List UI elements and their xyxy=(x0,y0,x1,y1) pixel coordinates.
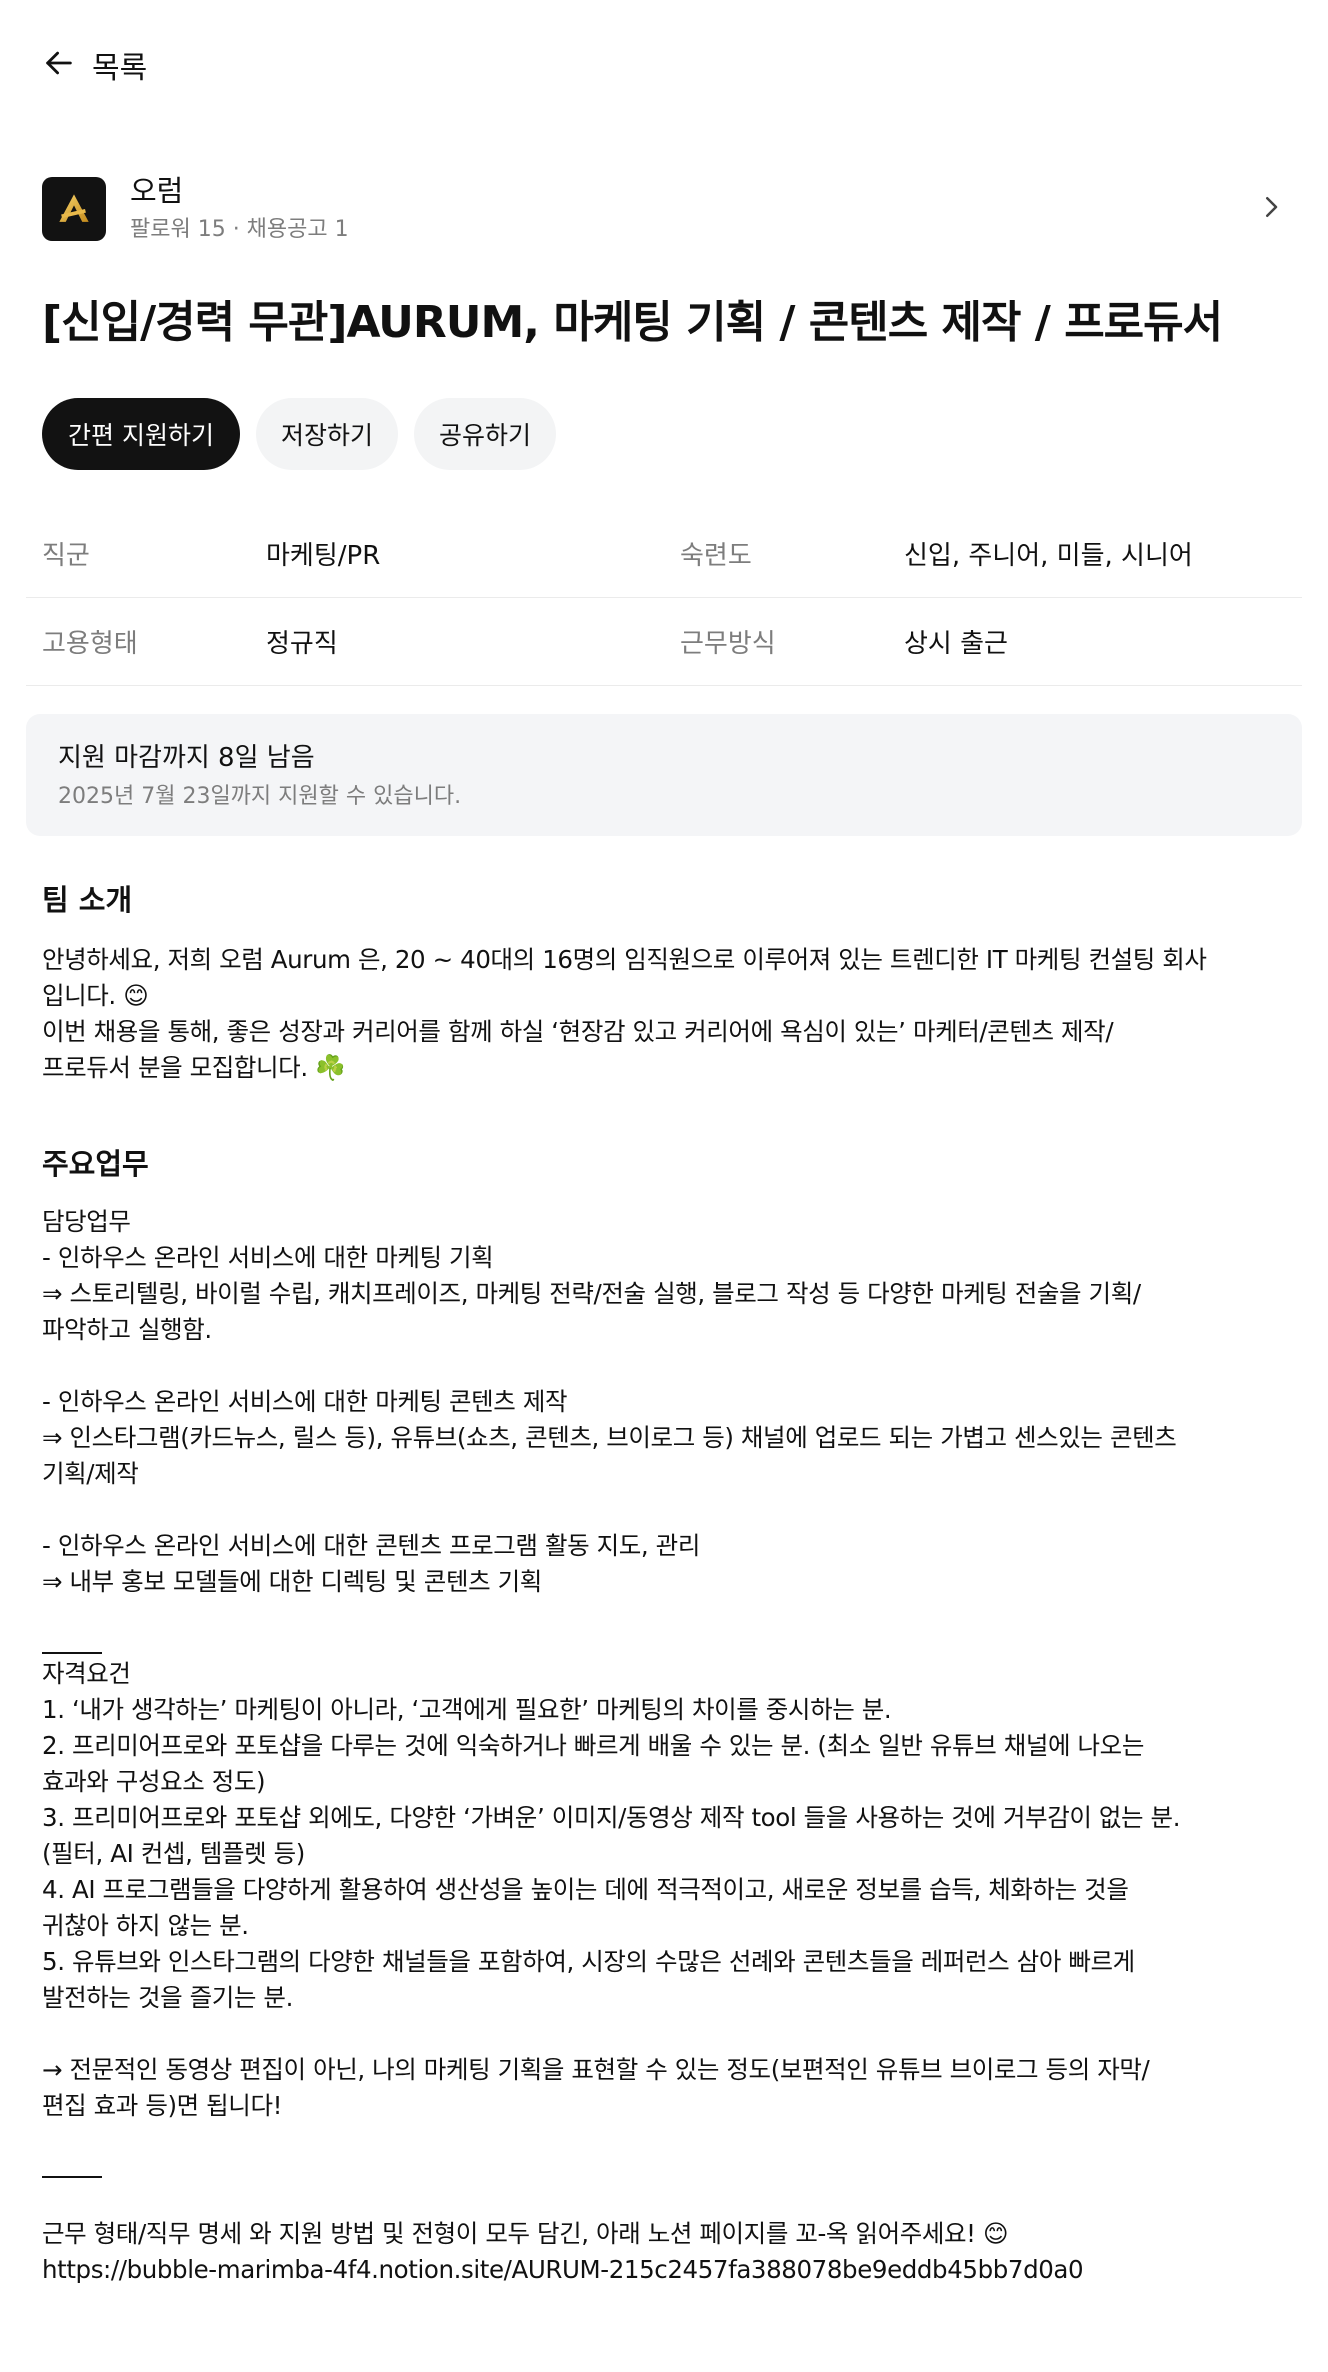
paragraph-line: ⇒ 스토리텔링, 바이럴 수립, 캐치프레이즈, 마케팅 전략/전술 실행, 블… xyxy=(42,1279,1141,1308)
deadline-title: 지원 마감까지 8일 남음 xyxy=(58,743,315,773)
info-value: 마케팅/PR xyxy=(266,541,381,571)
paragraph-line: 안녕하세요, 저희 오럼 Aurum 은, 20 ~ 40대의 16명의 임직원… xyxy=(42,945,1207,974)
info-value: 신입, 주니어, 미들, 시니어 xyxy=(904,541,1193,571)
company-card[interactable]: 오럼 팔로워 15 · 채용공고 1 xyxy=(42,166,1286,252)
info-row: 고용형태 정규직 근무방식 상시 출근 xyxy=(26,598,1302,686)
info-cell-seniority: 숙련도 신입, 주니어, 미들, 시니어 xyxy=(664,535,1302,572)
notion-link[interactable]: https://bubble-marimba-4f4.notion.site/A… xyxy=(42,2252,1292,2288)
aurum-logo-icon xyxy=(42,177,106,241)
info-cell-work-style: 근무방식 상시 출근 xyxy=(664,623,1302,660)
info-value: 상시 출근 xyxy=(904,629,1008,659)
back-to-list-button[interactable]: 목록 xyxy=(42,40,147,90)
company-info: 오럼 팔로워 15 · 채용공고 1 xyxy=(130,171,1256,247)
back-label: 목록 xyxy=(92,51,148,86)
team-intro-heading: 팀 소개 xyxy=(42,883,133,917)
paragraph-line: 편집 효과 등)면 됩니다! xyxy=(42,2091,283,2120)
paragraph-line: 4. AI 프로그램들을 다양하게 활용하여 생산성을 높이는 데에 적극적이고… xyxy=(42,1875,1129,1904)
paragraph-line xyxy=(42,1600,1292,1636)
main-duties-text: 담당업무 - 인하우스 온라인 서비스에 대한 마케팅 기획 ⇒ 스토리텔링, … xyxy=(42,1204,1292,2288)
save-button[interactable]: 저장하기 xyxy=(256,398,398,470)
info-label: 고용형태 xyxy=(42,629,138,659)
main-duties-heading: 주요업무 xyxy=(42,1147,149,1181)
paragraph-line: 담당업무 xyxy=(42,1207,131,1236)
company-meta: 팔로워 15 · 채용공고 1 xyxy=(130,217,349,242)
paragraph-line: - 인하우스 온라인 서비스에 대한 콘텐츠 프로그램 활동 지도, 관리 xyxy=(42,1531,700,1560)
divider xyxy=(42,2176,102,2178)
job-title: [신입/경력 무관]AURUM, 마케팅 기획 / 콘텐츠 제작 / 프로듀서 xyxy=(42,297,1223,348)
paragraph-line: (필터, AI 컨셉, 템플렛 등) xyxy=(42,1839,305,1868)
paragraph-line: 파악하고 실행함. xyxy=(42,1315,212,1344)
paragraph-line: 1. ‘내가 생각하는’ 마케팅이 아니라, ‘고객에게 필요한’ 마케팅의 차… xyxy=(42,1695,892,1724)
paragraph-line: 이번 채용을 통해, 좋은 성장과 커리어를 함께 하실 ‘현장감 있고 커리어… xyxy=(42,1017,1114,1046)
share-button[interactable]: 공유하기 xyxy=(414,398,556,470)
paragraph-line xyxy=(42,1348,1292,1384)
deadline-subtitle: 2025년 7월 23일까지 지원할 수 있습니다. xyxy=(58,784,462,809)
paragraph-line: 근무 형태/직무 명세 와 지원 방법 및 전형이 모두 담긴, 아래 노션 페… xyxy=(42,2219,1009,2248)
paragraph-line: 3. 프리미어프로와 포토샵 외에도, 다양한 ‘가벼운’ 이미지/동영상 제작… xyxy=(42,1803,1181,1832)
paragraph-line: → 전문적인 동영상 편집이 아닌, 나의 마케팅 기획을 표현할 수 있는 정… xyxy=(42,2055,1150,2084)
info-row: 직군 마케팅/PR 숙련도 신입, 주니어, 미들, 시니어 xyxy=(26,510,1302,598)
paragraph-line: 자격요건 xyxy=(42,1659,131,1688)
paragraph-line: ⇒ 인스타그램(카드뉴스, 릴스 등), 유튜브(쇼츠, 콘텐츠, 브이로그 등… xyxy=(42,1423,1177,1452)
paragraph-line: 2. 프리미어프로와 포토샵을 다루는 것에 익숙하거나 빠르게 배울 수 있는… xyxy=(42,1731,1144,1760)
info-label: 직군 xyxy=(42,541,90,571)
arrow-left-icon xyxy=(42,46,76,84)
paragraph-line: 입니다. 😊 xyxy=(42,981,149,1010)
info-label: 근무방식 xyxy=(680,629,776,659)
chevron-right-icon xyxy=(1256,192,1286,226)
info-cell-employment-type: 고용형태 정규직 xyxy=(26,623,664,660)
paragraph-line xyxy=(42,2016,1292,2052)
info-value: 정규직 xyxy=(266,629,338,659)
paragraph-line: 프로듀서 분을 모집합니다. ☘️ xyxy=(42,1053,346,1082)
paragraph-line: 기획/제작 xyxy=(42,1459,139,1488)
team-intro-text: 안녕하세요, 저희 오럼 Aurum 은, 20 ~ 40대의 16명의 임직원… xyxy=(42,942,1292,1086)
paragraph-line: ⇒ 내부 홍보 모델들에 대한 디렉팅 및 콘텐츠 기획 xyxy=(42,1567,542,1596)
deadline-notice: 지원 마감까지 8일 남음 2025년 7월 23일까지 지원할 수 있습니다. xyxy=(26,714,1302,836)
paragraph-line: 발전하는 것을 즐기는 분. xyxy=(42,1983,293,2012)
paragraph-line: - 인하우스 온라인 서비스에 대한 마케팅 콘텐츠 제작 xyxy=(42,1387,568,1416)
info-cell-job-group: 직군 마케팅/PR xyxy=(26,535,664,572)
job-detail-page: 목록 오럼 팔로워 15 · 채용공고 1 [신입/경력 무관]AURUM, 마… xyxy=(0,0,1328,2372)
paragraph-line: 5. 유튜브와 인스타그램의 다양한 채널들을 포함하여, 시장의 수많은 선례… xyxy=(42,1947,1135,1976)
action-buttons: 간편 지원하기 저장하기 공유하기 xyxy=(42,398,556,470)
quick-apply-button[interactable]: 간편 지원하기 xyxy=(42,398,240,470)
paragraph-line xyxy=(42,2124,1292,2160)
job-info-table: 직군 마케팅/PR 숙련도 신입, 주니어, 미들, 시니어 고용형태 정규직 … xyxy=(26,510,1302,686)
paragraph-line: - 인하우스 온라인 서비스에 대한 마케팅 기획 xyxy=(42,1243,494,1272)
info-label: 숙련도 xyxy=(680,541,752,571)
divider xyxy=(42,1652,102,1654)
paragraph-line: 귀찮아 하지 않는 분. xyxy=(42,1911,249,1940)
paragraph-line xyxy=(42,1492,1292,1528)
paragraph-line xyxy=(42,2180,1292,2216)
company-name: 오럼 xyxy=(130,174,184,208)
paragraph-line: 효과와 구성요소 정도) xyxy=(42,1767,266,1796)
